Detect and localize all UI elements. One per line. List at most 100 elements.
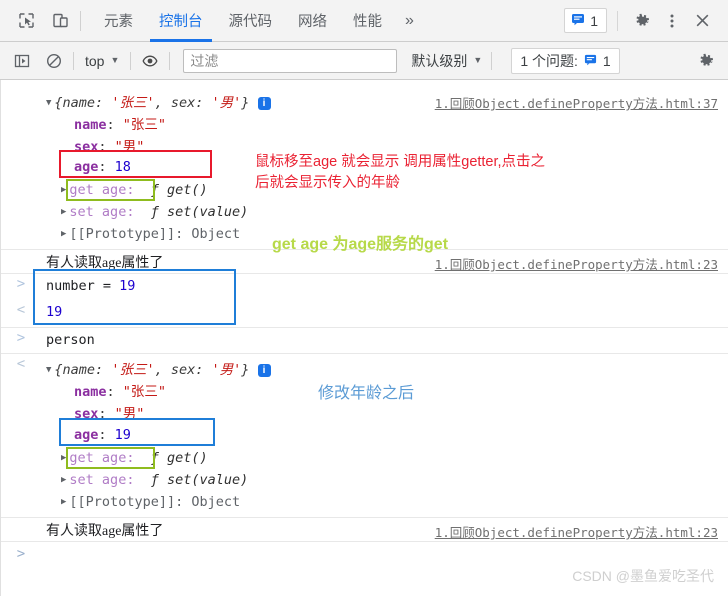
annotation-text-red: 鼠标移至age 就会显示 调用属性getter,点击之 后就会显示传入的年龄 <box>255 154 546 191</box>
filterbar-divider-3 <box>169 51 171 70</box>
object-preview-suffix: } <box>241 362 250 378</box>
prop-sep: : <box>175 226 192 242</box>
source-link-2[interactable]: 1.回顾Object.defineProperty方法.html:23 <box>435 254 718 273</box>
prop-key: name <box>74 384 107 400</box>
annotation-box-green-get-age-1 <box>66 179 155 201</box>
issues-button[interactable]: 1 个问题: 1 <box>511 47 620 74</box>
prop-value: "张三" <box>122 117 167 133</box>
tabbar-right-actions: 1 <box>564 7 728 35</box>
object-prop-prototype-1[interactable]: ▶ [[Prototype]]: Object <box>61 226 240 242</box>
prop-sep: : <box>106 384 123 400</box>
source-link-3[interactable]: 1.回顾Object.defineProperty方法.html:23 <box>435 522 718 541</box>
annotation-text-green: get age 为age服务的get <box>272 236 449 253</box>
prop-value: ƒ set(value) <box>150 472 249 488</box>
gear-icon[interactable] <box>696 51 716 71</box>
object-preview-prefix: {name: <box>54 362 112 378</box>
annotation-text-blue: 修改年龄之后 <box>318 385 415 402</box>
object-prop-name-2: name: "张三" <box>74 380 166 400</box>
chevron-double-right-icon: » <box>405 11 414 29</box>
issues-count: 1 <box>602 52 611 69</box>
console-divider <box>1 541 728 542</box>
console-object-preview-2[interactable]: ▼ {name: '张三', sex: '男'} i <box>46 358 271 378</box>
tab-console[interactable]: 控制台 <box>146 0 216 42</box>
expand-triangle-right-icon[interactable]: ▶ <box>61 207 66 217</box>
object-preview-prefix: {name: <box>54 95 112 111</box>
object-prop-set-age-1[interactable]: ▶ set age: ƒ set(value) <box>61 204 248 220</box>
prop-value: ƒ get() <box>150 182 208 198</box>
tab-elements[interactable]: 元素 <box>91 0 146 42</box>
object-prop-set-age-2[interactable]: ▶ set age: ƒ set(value) <box>61 472 248 488</box>
object-preview-mid: , sex: <box>154 95 212 111</box>
console-prompt-input[interactable] <box>46 546 646 564</box>
tab-network[interactable]: 网络 <box>285 0 340 42</box>
annotation-box-blue-age-2 <box>59 418 215 446</box>
console-filter-toolbar: top ▼ 过滤 默认级别 ▼ 1 个问题: 1 <box>0 42 728 80</box>
message-bubble-icon <box>584 53 597 69</box>
prop-key: [[Prototype]] <box>69 226 176 242</box>
prop-value: ƒ get() <box>150 450 208 466</box>
prop-key: set age <box>69 204 127 220</box>
console-left-rail <box>0 80 1 596</box>
devtools-window: 元素 控制台 源代码 网络 性能 » 1 top ▼ 过滤 默认级别 ▼ 1 个… <box>0 0 728 596</box>
object-prop-prototype-2[interactable]: ▶ [[Prototype]]: Object <box>61 494 240 510</box>
console-output-marker-2: < <box>16 356 26 372</box>
console-input-marker-2: > <box>16 330 26 346</box>
console-divider <box>1 517 728 518</box>
live-expression-icon[interactable] <box>140 51 160 71</box>
annotation-box-red-age <box>59 150 212 178</box>
tabbar-divider <box>80 10 81 31</box>
tab-sources[interactable]: 源代码 <box>216 0 286 42</box>
devtools-tabbar: 元素 控制台 源代码 网络 性能 » 1 <box>0 0 728 42</box>
prop-sep: : <box>106 117 123 133</box>
tabbar-right-divider <box>617 10 618 31</box>
tab-network-label: 网络 <box>298 14 327 30</box>
close-icon[interactable] <box>688 7 716 35</box>
expand-triangle-down-icon[interactable]: ▼ <box>46 98 51 108</box>
filterbar-right-actions <box>696 51 728 71</box>
console-message-list[interactable]: ▼ {name: '张三', sex: '男'} i 1.回顾Object.def… <box>0 80 728 596</box>
prop-sep: : <box>126 472 143 488</box>
issues-message-badge[interactable]: 1 <box>564 8 607 33</box>
inspect-element-icon[interactable] <box>16 11 36 31</box>
filterbar-divider-4 <box>491 51 493 70</box>
csdn-watermark: CSDN @墨鱼爱吃圣代 <box>572 568 714 584</box>
message-count: 1 <box>590 12 598 29</box>
prop-key: set age <box>69 472 127 488</box>
tab-performance-label: 性能 <box>353 14 382 30</box>
console-input-expression-2[interactable]: person <box>46 332 95 348</box>
filterbar-divider-1 <box>73 51 74 70</box>
prop-value: "张三" <box>122 384 167 400</box>
expand-triangle-down-icon[interactable]: ▼ <box>46 365 51 375</box>
object-preview-sex-value: '男' <box>211 95 242 111</box>
console-filter-input[interactable]: 过滤 <box>183 48 398 73</box>
tab-sources-label: 源代码 <box>228 14 273 30</box>
prop-sep: : <box>126 204 143 220</box>
devtools-tabs: 元素 控制台 源代码 网络 性能 » <box>91 0 424 42</box>
more-vertical-icon[interactable] <box>658 7 686 35</box>
console-object-preview-1[interactable]: ▼ {name: '张三', sex: '男'} i <box>46 91 271 111</box>
source-link-1[interactable]: 1.回顾Object.defineProperty方法.html:37 <box>435 93 718 112</box>
filterbar-divider-2 <box>130 51 132 70</box>
info-icon[interactable]: i <box>257 363 271 377</box>
gear-icon[interactable] <box>628 7 656 35</box>
expand-triangle-right-icon[interactable]: ▶ <box>61 475 66 485</box>
info-icon[interactable]: i <box>257 96 271 110</box>
expand-triangle-right-icon[interactable]: ▶ <box>61 229 66 239</box>
console-log-text-2: 有人读取age属性了 <box>46 524 164 539</box>
clear-console-icon[interactable] <box>44 51 64 71</box>
tab-elements-label: 元素 <box>104 14 133 30</box>
chevron-down-icon: ▼ <box>473 55 483 65</box>
log-level-selector[interactable]: 默认级别 ▼ <box>411 51 482 71</box>
device-toolbar-icon[interactable] <box>50 11 70 31</box>
tab-performance[interactable]: 性能 <box>340 0 395 42</box>
expand-triangle-right-icon[interactable]: ▶ <box>61 497 66 507</box>
tab-more-button[interactable]: » <box>395 0 424 42</box>
prop-value: ƒ set(value) <box>150 204 249 220</box>
execution-context-selector[interactable]: top ▼ <box>83 53 121 69</box>
annotation-box-blue-number <box>33 269 236 325</box>
object-preview-name-value: '张三' <box>111 95 155 111</box>
object-preview-mid: , sex: <box>154 362 212 378</box>
object-preview-suffix: } <box>241 95 250 111</box>
show-console-sidebar-icon[interactable] <box>12 51 32 71</box>
message-bubble-icon <box>571 12 585 29</box>
